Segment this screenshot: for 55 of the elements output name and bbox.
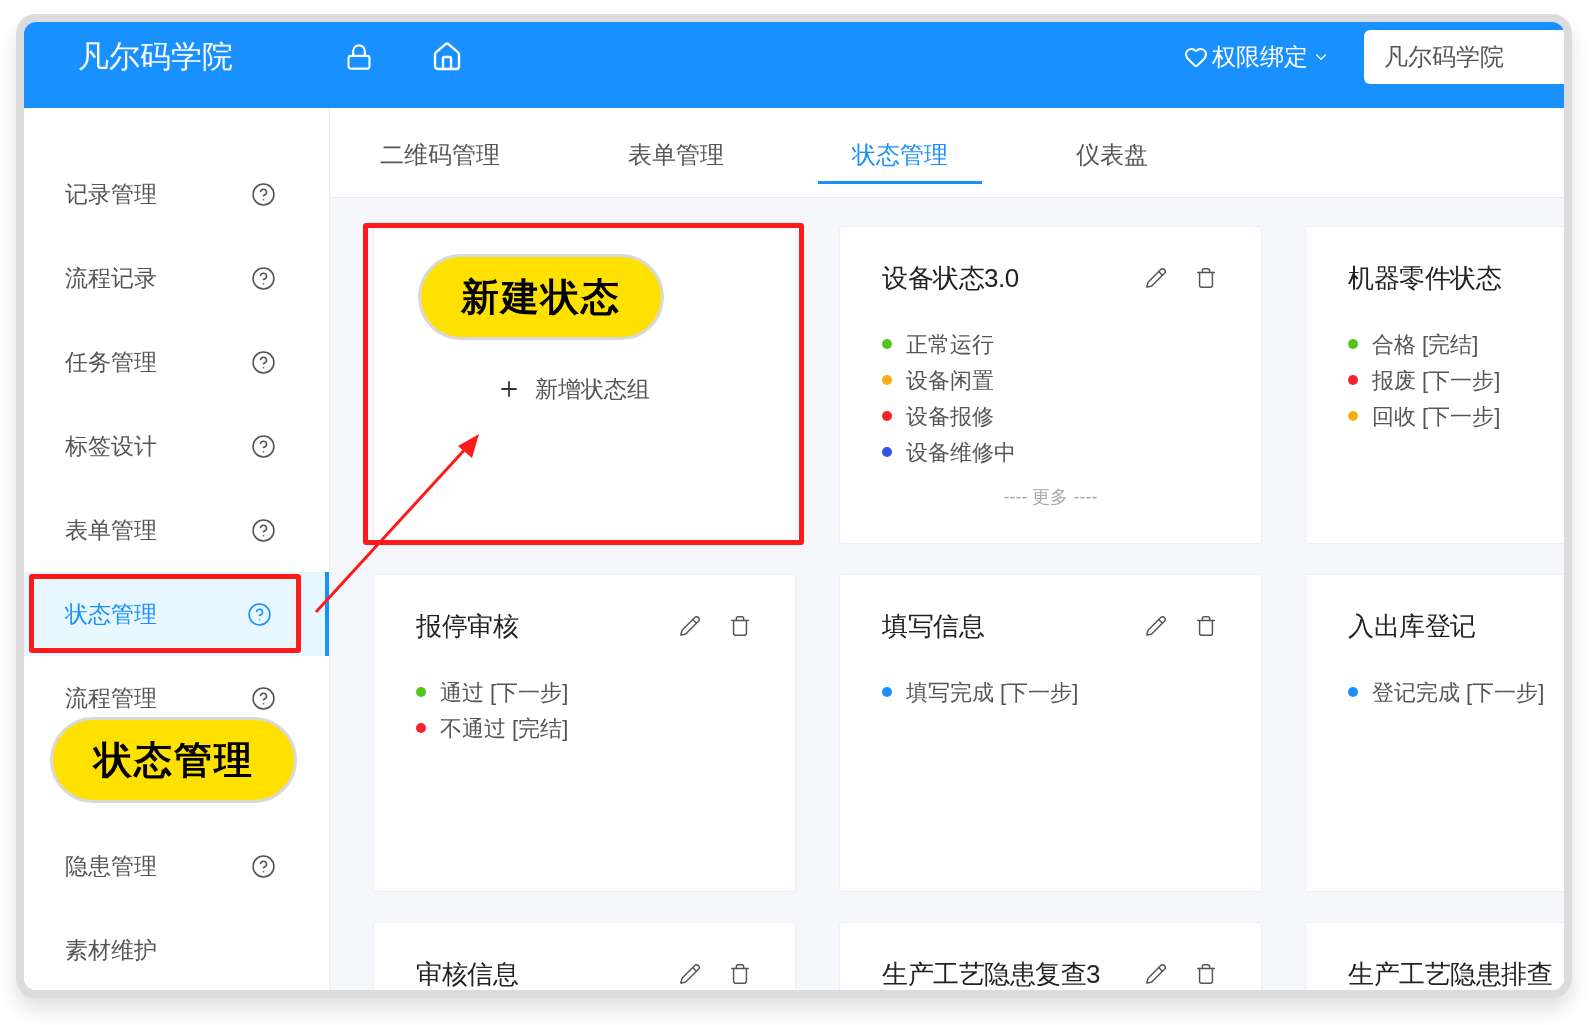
sidebar-item[interactable]: 流程管理	[24, 680, 329, 716]
status-label: 不通过 [完结]	[440, 714, 569, 743]
heart-icon	[1184, 45, 1208, 69]
delete-icon[interactable]	[1195, 267, 1217, 289]
organization-field[interactable]: 凡尔码学院	[1364, 30, 1564, 84]
card-title: 入出库登记	[1348, 610, 1476, 643]
help-icon[interactable]	[251, 265, 276, 291]
sidebar-item[interactable]: 流程记录	[24, 260, 329, 296]
card-title: 生产工艺隐患排查	[1348, 958, 1552, 990]
sidebar-item[interactable]: 标签设计	[24, 428, 329, 464]
lock-icon[interactable]	[345, 43, 373, 71]
edit-icon[interactable]	[1145, 615, 1167, 637]
sidebar-item[interactable]: 隐患管理	[24, 848, 329, 884]
new-group-label: 新增状态组	[535, 375, 650, 404]
sidebar-item[interactable]: 素材维护	[24, 932, 329, 968]
status-label: 报废 [下一步]	[1372, 366, 1501, 395]
status-label: 设备报修	[906, 402, 994, 431]
help-icon[interactable]	[251, 433, 276, 459]
delete-icon[interactable]	[1195, 615, 1217, 637]
status-label: 填写完成 [下一步]	[906, 678, 1079, 707]
app-logo: 凡尔码学院	[78, 37, 233, 76]
tab[interactable]: 表单管理	[594, 108, 758, 184]
tab[interactable]: 仪表盘	[1042, 108, 1182, 184]
card-title: 填写信息	[882, 610, 984, 643]
edit-icon[interactable]	[679, 963, 701, 985]
annotation-callout: 新建状态	[418, 254, 664, 340]
edit-icon[interactable]	[679, 615, 701, 637]
edit-icon[interactable]	[1145, 267, 1167, 289]
status-label: 正常运行	[906, 330, 994, 359]
card-title: 设备状态3.0	[882, 262, 1019, 295]
help-icon[interactable]	[251, 517, 276, 543]
card-title: 机器零件状态	[1348, 262, 1501, 295]
status-label: 回收 [下一步]	[1372, 402, 1501, 431]
sidebar-item[interactable]: 记录管理	[24, 176, 329, 212]
card-title: 审核信息	[416, 958, 518, 990]
home-icon[interactable]	[431, 41, 463, 73]
sidebar-item[interactable]: 表单管理	[24, 512, 329, 548]
status-label: 合格 [完结]	[1372, 330, 1479, 359]
status-label: 登记完成 [下一步]	[1372, 678, 1545, 707]
delete-icon[interactable]	[729, 615, 751, 637]
help-icon[interactable]	[251, 853, 276, 879]
delete-icon[interactable]	[1195, 963, 1217, 985]
help-icon[interactable]	[251, 181, 276, 207]
edit-icon[interactable]	[1145, 963, 1167, 985]
tab[interactable]: 二维码管理	[346, 108, 534, 184]
annotation-callout: 状态管理	[50, 717, 297, 803]
status-label: 设备维修中	[906, 438, 1016, 467]
card-title: 生产工艺隐患复查3	[882, 958, 1100, 990]
card-title: 报停审核	[416, 610, 518, 643]
status-label: 通过 [下一步]	[440, 678, 569, 707]
help-icon[interactable]	[251, 349, 276, 375]
help-icon[interactable]	[251, 685, 276, 711]
status-label: 设备闲置	[906, 366, 994, 395]
delete-icon[interactable]	[729, 963, 751, 985]
sidebar-item[interactable]: 任务管理	[24, 344, 329, 380]
